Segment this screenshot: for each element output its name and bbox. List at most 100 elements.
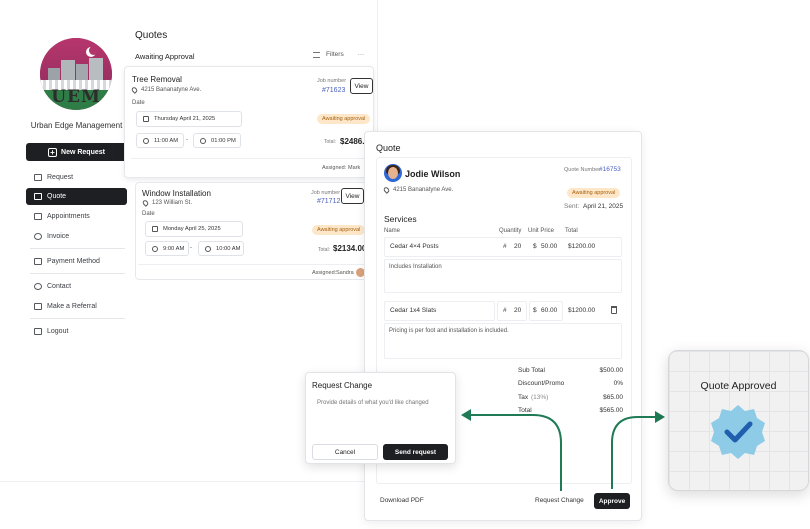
page-title: Quotes (135, 30, 168, 41)
date-label: Date (132, 100, 145, 106)
job-title: Tree Removal (132, 75, 182, 84)
time-separator: - (186, 137, 188, 143)
line-item-unit-price[interactable]: 60.00 (541, 307, 557, 314)
discount-value: 0% (613, 380, 623, 387)
sidebar-item-make-a-referral[interactable]: Make a Referral (26, 298, 127, 315)
moon-icon (86, 46, 98, 57)
calendar-icon (143, 116, 149, 122)
address-text: 4215 Bananatyne Ave. (393, 187, 454, 193)
end-time-field[interactable]: 01:00 PM (193, 133, 241, 148)
credit-card-icon (34, 258, 42, 265)
line-item-total: $1200.00 (568, 307, 596, 314)
change-details-input[interactable] (312, 396, 450, 436)
column-header-name: Name (384, 228, 401, 234)
job-number[interactable]: #71623 (322, 87, 345, 94)
filter-icon (313, 51, 320, 58)
total-value: $2134.00 (333, 244, 367, 253)
trash-icon[interactable] (611, 306, 617, 314)
services-heading: Services (384, 214, 417, 224)
quantity-prefix: # (503, 243, 507, 250)
line-item-total: $1200.00 (568, 243, 596, 250)
sent-label: Sent: (564, 203, 580, 210)
new-request-button[interactable]: + New Request (26, 143, 127, 161)
send-request-button[interactable]: Send request (383, 444, 448, 460)
tax-rate: (13%) (531, 394, 549, 401)
cancel-button[interactable]: Cancel (312, 444, 378, 460)
sidebar-item-quote[interactable]: Quote (26, 188, 127, 205)
quote-icon (34, 193, 42, 200)
date-field[interactable]: Thursday April 21, 2025 (136, 111, 242, 127)
start-time-field[interactable]: 9:00 AM (145, 241, 189, 256)
client-name: Jodie Wilson (405, 169, 461, 179)
location-pin-icon (382, 186, 391, 194)
assigned-label: Assigned: (312, 270, 337, 276)
view-button[interactable]: View (350, 78, 373, 94)
filters-button[interactable]: Filters ··· (313, 51, 364, 58)
sidebar-item-request[interactable]: Request (26, 169, 127, 186)
end-time: 10:00 AM (216, 245, 241, 252)
sidebar-item-label: Contact (47, 283, 72, 290)
logo-text: UEM (51, 87, 101, 107)
address-text: 123 William St. (152, 200, 193, 206)
sidebar-item-logout[interactable]: Logout (26, 323, 127, 340)
avatar (384, 164, 402, 182)
time-separator: - (190, 245, 192, 251)
column-header-unit-price: Unit Price (528, 228, 555, 234)
assigned-value: Mark (348, 165, 361, 171)
line-item-name: Cedar 4×4 Posts (390, 243, 439, 250)
card-divider (131, 158, 367, 159)
request-change-button[interactable]: Request Change (535, 497, 584, 504)
status-badge: Awaiting approval (312, 225, 366, 235)
end-time-field[interactable]: 10:00 AM (198, 241, 244, 256)
date-value: Thursday April 21, 2025 (154, 116, 216, 122)
calendar-icon (34, 213, 42, 220)
job-title: Window Installation (142, 189, 211, 198)
view-button[interactable]: View (341, 188, 364, 204)
start-time: 9:00 AM (163, 245, 185, 252)
approve-button[interactable]: Approve (594, 493, 630, 509)
sidebar-divider (30, 318, 125, 319)
popup-title: Request Change (312, 381, 373, 390)
line-item-qty[interactable]: 20 (514, 243, 521, 250)
quote-number-label: Quote Number: (564, 167, 602, 173)
sidebar-item-contact[interactable]: Contact (26, 278, 127, 295)
client-address: 4215 Bananatyne Ave. (382, 186, 454, 194)
clock-icon (200, 137, 206, 144)
start-time-field[interactable]: 11:00 AM (136, 133, 184, 148)
sidebar-item-appointments[interactable]: Appointments (26, 208, 127, 225)
sidebar-item-invoice[interactable]: Invoice (26, 228, 127, 245)
column-header-quantity: Quantity (499, 228, 522, 234)
sidebar-item-label: Make a Referral (47, 303, 97, 310)
job-number-label: Job number (317, 78, 347, 84)
new-request-label: New Request (61, 148, 105, 156)
plus-icon: + (48, 147, 58, 157)
line-item-unit-price[interactable]: 50.00 (541, 243, 557, 250)
date-field[interactable]: Monday April 25, 2025 (145, 221, 243, 237)
download-pdf-link[interactable]: Download PDF (380, 497, 424, 504)
job-number[interactable]: #71712 (317, 198, 340, 205)
more-icon[interactable]: ··· (358, 51, 365, 58)
quantity-box[interactable] (497, 301, 527, 321)
job-address: 123 William St. (141, 199, 193, 207)
line-item-qty[interactable]: 20 (514, 307, 521, 314)
tax-label: Tax (518, 394, 529, 401)
price-prefix: $ (533, 307, 537, 314)
quote-panel-title: Quote (376, 143, 401, 153)
quantity-prefix: # (503, 307, 507, 314)
quote-number: #16753 (599, 166, 621, 173)
status-badge: Awaiting approval (317, 114, 371, 124)
price-prefix: $ (533, 243, 537, 250)
job-number-label: Job number (311, 190, 341, 196)
total-label: Total: (318, 247, 330, 253)
sidebar-item-label: Invoice (47, 233, 70, 240)
sidebar-item-payment-method[interactable]: Payment Method (26, 253, 127, 270)
company-name: Urban Edge Management (30, 121, 123, 130)
line-item-note: Includes Installation (389, 264, 442, 270)
verified-badge-icon (711, 405, 765, 459)
company-logo: UEM (40, 38, 112, 110)
assigned-value: Sandra (336, 270, 354, 276)
end-time: 01:00 PM (211, 137, 236, 144)
card-divider (138, 264, 364, 265)
subtotal-value: $500.00 (599, 367, 624, 374)
share-icon (34, 303, 42, 310)
